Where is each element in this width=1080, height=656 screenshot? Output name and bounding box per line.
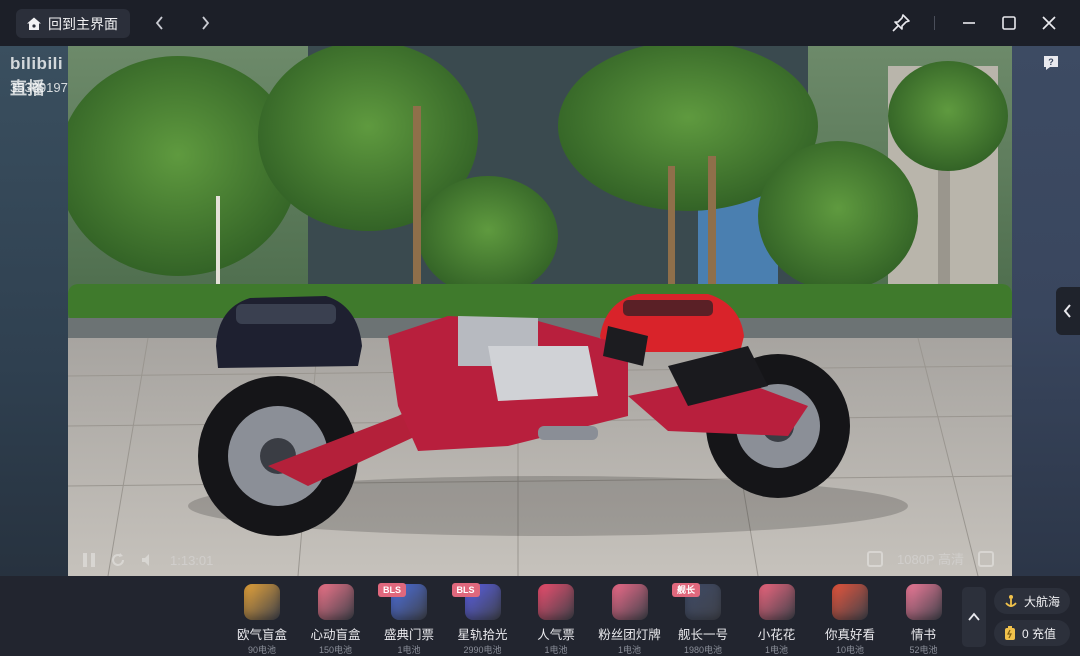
maximize-icon — [1002, 16, 1016, 30]
gift-price: 1980电池 — [683, 645, 723, 655]
gift-name: 舰长一号 — [677, 628, 728, 642]
refresh-icon[interactable] — [110, 552, 126, 568]
gift-price: 1电池 — [764, 645, 788, 655]
gift-price: 1电池 — [544, 645, 568, 655]
pause-icon[interactable] — [82, 552, 96, 568]
gift-name: 你真好看 — [824, 628, 875, 642]
captain-button[interactable]: 大航海 — [994, 588, 1070, 614]
gift-item[interactable]: BLS 盛典门票 1电池 — [372, 580, 446, 655]
chevron-left-icon — [1063, 304, 1071, 318]
gift-icon — [758, 584, 795, 620]
gift-icon — [538, 584, 574, 620]
gift-item[interactable]: 粉丝团灯牌 1电池 — [593, 580, 667, 655]
svg-text:?: ? — [1048, 57, 1054, 67]
home-icon — [27, 17, 41, 30]
gift-item[interactable]: 小花花 1电池 — [740, 580, 814, 655]
live-duration: 1:13:01 — [170, 552, 214, 568]
gift-badge: BLS — [451, 583, 480, 597]
back-to-main-button[interactable]: 回到主界面 — [16, 9, 130, 38]
battery-icon — [1005, 626, 1015, 640]
room-id: 353801975 — [10, 80, 76, 95]
quality-selector[interactable]: 1080P 高清 — [897, 549, 964, 568]
recharge-button[interactable]: 0 充值 — [994, 620, 1070, 646]
video-scene-image — [68, 46, 1012, 576]
volume-icon[interactable] — [140, 552, 156, 568]
gift-icon — [317, 584, 354, 620]
anchor-icon — [1005, 595, 1017, 607]
back-to-main-label: 回到主界面 — [48, 15, 118, 32]
pin-icon — [892, 14, 910, 32]
gift-badge: BLS — [378, 583, 406, 597]
gift-icon — [611, 584, 648, 620]
chevron-left-icon — [155, 16, 163, 30]
nav-back-button[interactable] — [148, 11, 172, 35]
title-bar: 回到主界面 — [0, 0, 1080, 46]
gift-price: 52电池 — [909, 645, 938, 655]
gift-item[interactable]: 你真好看 10电池 — [813, 580, 887, 655]
gift-icon — [905, 584, 942, 620]
live-player[interactable]: bilibili 直播 353801975 1:13:01 1080P 高清 ? — [0, 46, 1080, 576]
gift-price: 150电池 — [318, 645, 353, 655]
player-right-margin: ? — [1012, 46, 1080, 576]
captain-label: 大航海 — [1024, 594, 1061, 609]
chevron-right-icon — [202, 16, 210, 30]
sidebar-toggle-button[interactable] — [1056, 287, 1080, 335]
gift-name: 心动盲盒 — [310, 628, 361, 642]
gift-name: 小花花 — [757, 628, 796, 642]
player-controls-left: 1:13:01 — [82, 552, 213, 568]
nav-forward-button[interactable] — [193, 11, 217, 35]
gift-item[interactable]: 心动盲盒 150电池 — [299, 580, 373, 655]
gift-price: 1电池 — [397, 645, 421, 655]
help-icon[interactable]: ? — [1042, 54, 1060, 72]
gift-name: 星轨拾光 — [457, 628, 508, 642]
expand-gifts-button[interactable] — [962, 587, 986, 647]
minimize-button[interactable] — [956, 10, 982, 36]
minimize-icon — [963, 22, 975, 24]
gift-name: 粉丝团灯牌 — [598, 628, 661, 642]
gift-icon — [832, 584, 868, 620]
gift-item[interactable]: 人气票 1电池 — [519, 580, 593, 655]
maximize-button[interactable] — [996, 10, 1022, 36]
gift-item[interactable]: 情书 52电池 — [887, 580, 961, 655]
player-left-margin: bilibili 直播 353801975 — [0, 46, 75, 576]
gift-name: 盛典门票 — [383, 628, 434, 642]
chevron-up-icon — [968, 612, 980, 621]
close-icon — [1042, 16, 1056, 30]
danmaku-toggle[interactable] — [867, 550, 884, 567]
recharge-label: 0 充值 — [1022, 626, 1057, 641]
player-controls-right: 1080P 高清 — [867, 549, 994, 568]
video-frame[interactable]: 1:13:01 1080P 高清 — [68, 46, 1012, 576]
gift-item[interactable]: 欧气盲盒 90电池 — [225, 580, 299, 655]
gift-price: 90电池 — [247, 645, 276, 655]
gift-price: 1电池 — [617, 645, 641, 655]
gift-name: 情书 — [910, 628, 936, 642]
close-window-button[interactable] — [1036, 10, 1062, 36]
gift-item[interactable]: BLS 星轨拾光 2990电池 — [446, 580, 520, 655]
pin-button[interactable] — [888, 10, 914, 36]
gift-price: 2990电池 — [463, 645, 502, 655]
fullscreen-icon[interactable] — [978, 550, 994, 567]
gift-icon — [244, 584, 280, 620]
gift-price: 10电池 — [835, 645, 864, 655]
gift-name: 欧气盲盒 — [236, 628, 287, 642]
title-separator — [934, 16, 935, 30]
gift-name: 人气票 — [537, 628, 575, 642]
gift-bar: 欧气盲盒 90电池 心动盲盒 150电池 BLS 盛典门票 1电池 BLS 星轨拾光 2990电池… — [0, 576, 1080, 656]
gift-item[interactable]: 舰长舰长一号 1980电池 — [666, 580, 740, 655]
gift-badge: 舰长 — [672, 583, 701, 597]
